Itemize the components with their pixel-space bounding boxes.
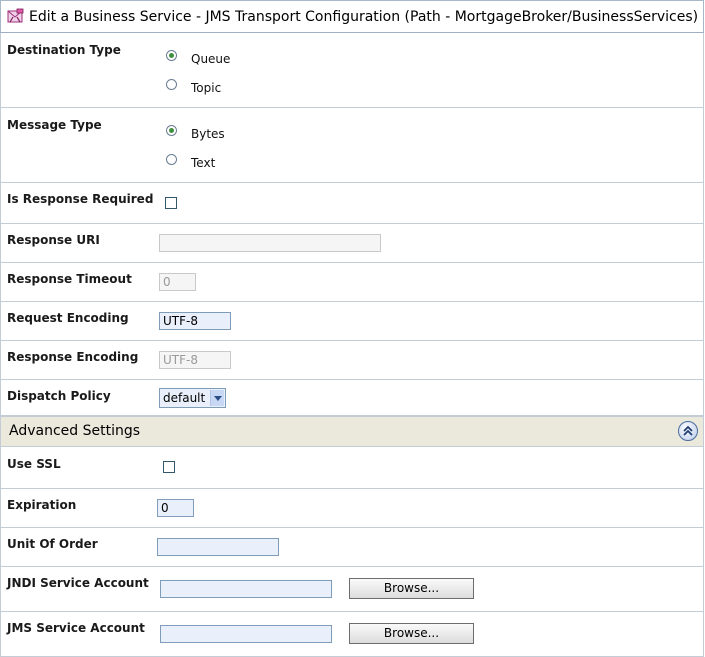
unit-of-order-label: Unit Of Order: [7, 537, 98, 551]
chevron-down-icon[interactable]: [210, 390, 224, 406]
response-timeout-row: Response Timeout 0: [0, 263, 704, 302]
response-uri-input[interactable]: [159, 234, 381, 252]
destination-type-queue-radio[interactable]: [166, 50, 177, 61]
use-ssl-checkbox[interactable]: [163, 461, 175, 473]
jms-service-account-label: JMS Service Account: [7, 621, 145, 635]
is-response-required-label: Is Response Required: [7, 192, 154, 206]
jms-service-account-input[interactable]: [160, 625, 332, 643]
response-encoding-input[interactable]: UTF-8: [159, 351, 231, 369]
destination-type-label: Destination Type: [7, 43, 121, 57]
unit-of-order-input[interactable]: [157, 538, 279, 556]
business-service-icon: [7, 8, 24, 22]
dispatch-policy-label: Dispatch Policy: [7, 389, 111, 403]
message-type-row: Message Type Bytes Text: [0, 108, 704, 183]
destination-type-queue-label[interactable]: Queue: [191, 52, 230, 66]
unit-of-order-row: Unit Of Order: [0, 528, 704, 567]
collapse-icon[interactable]: [678, 421, 698, 441]
response-encoding-label: Response Encoding: [7, 350, 139, 364]
request-encoding-row: Request Encoding UTF-8: [0, 302, 704, 341]
window-title-bar: Edit a Business Service - JMS Transport …: [0, 0, 704, 33]
request-encoding-input[interactable]: UTF-8: [159, 312, 231, 330]
message-type-text-label[interactable]: Text: [191, 156, 215, 170]
use-ssl-label: Use SSL: [7, 457, 61, 471]
is-response-required-checkbox[interactable]: [165, 197, 177, 209]
page-title: Edit a Business Service - JMS Transport …: [29, 8, 699, 25]
expiration-row: Expiration 0: [0, 489, 704, 528]
destination-type-topic-label[interactable]: Topic: [191, 81, 221, 95]
jndi-browse-button[interactable]: Browse...: [349, 578, 474, 599]
jndi-service-account-input[interactable]: [160, 580, 332, 598]
advanced-settings-title: Advanced Settings: [9, 423, 141, 439]
jndi-service-account-label: JNDI Service Account: [7, 576, 149, 590]
message-type-text-radio[interactable]: [166, 154, 177, 165]
expiration-label: Expiration: [7, 498, 77, 512]
message-type-bytes-radio[interactable]: [166, 125, 177, 136]
message-type-bytes-label[interactable]: Bytes: [191, 127, 225, 141]
message-type-label: Message Type: [7, 118, 102, 132]
dispatch-policy-value: default: [163, 391, 206, 405]
jms-service-account-row: JMS Service Account Browse...: [0, 612, 704, 657]
dispatch-policy-row: Dispatch Policy default: [0, 380, 704, 416]
response-encoding-row: Response Encoding UTF-8: [0, 341, 704, 380]
response-timeout-label: Response Timeout: [7, 272, 132, 286]
use-ssl-row: Use SSL: [0, 447, 704, 489]
response-timeout-input[interactable]: 0: [159, 273, 196, 291]
destination-type-topic-radio[interactable]: [166, 79, 177, 90]
request-encoding-label: Request Encoding: [7, 311, 129, 325]
advanced-settings-header: Advanced Settings: [0, 416, 704, 447]
jms-browse-button[interactable]: Browse...: [349, 623, 474, 644]
destination-type-row: Destination Type Queue Topic: [0, 33, 704, 108]
jndi-service-account-row: JNDI Service Account Browse...: [0, 567, 704, 612]
response-uri-row: Response URI: [0, 224, 704, 263]
expiration-input[interactable]: 0: [157, 499, 194, 517]
is-response-required-row: Is Response Required: [0, 183, 704, 224]
response-uri-label: Response URI: [7, 233, 100, 247]
dispatch-policy-select[interactable]: default: [159, 388, 226, 408]
